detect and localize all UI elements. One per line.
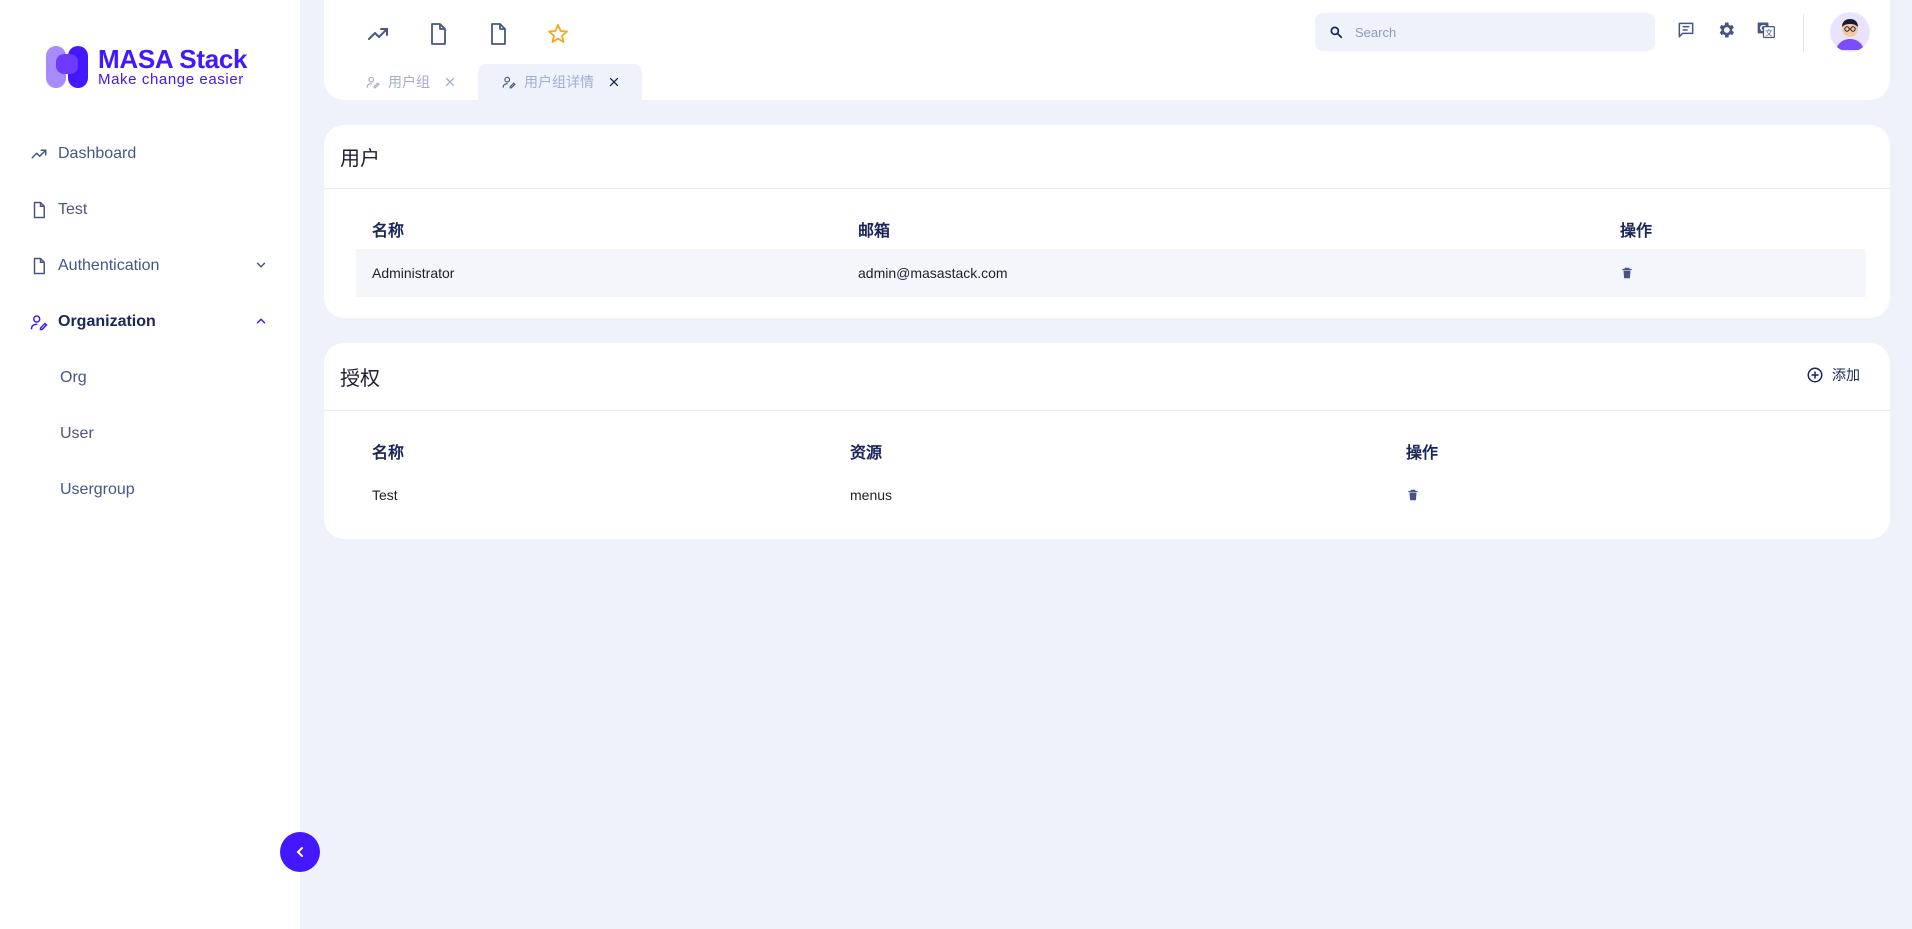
users-table: 名称 邮箱 操作 Administrator admin@masastack.c… (356, 209, 1866, 297)
masa-logo-icon (46, 46, 88, 88)
users-card-title: 用户 (340, 148, 380, 170)
quick-links (366, 22, 570, 46)
sidebar-subitem-user[interactable]: User (0, 406, 300, 462)
tab-usergroup[interactable]: 用户组 (324, 64, 478, 100)
chevron-left-icon (296, 847, 303, 857)
translate-icon[interactable]: G文 (1756, 20, 1776, 40)
chevron-up-icon (256, 318, 266, 324)
tab-label: 用户组详情 (524, 74, 594, 90)
search-box[interactable] (1315, 13, 1655, 51)
file-icon[interactable] (486, 22, 510, 46)
sidebar-item-label: Test (58, 201, 88, 218)
table-row: Test menus (356, 471, 1866, 519)
column-header-resource: 资源 (850, 445, 883, 462)
brand-name: MASA Stack (98, 44, 248, 74)
column-header-name: 名称 (372, 223, 405, 240)
table-row: Administrator admin@masastack.com (356, 249, 1866, 297)
sidebar-subitem-usergroup[interactable]: Usergroup (0, 462, 300, 518)
sidebar-item-label: Dashboard (58, 145, 137, 162)
sidebar-collapse-button[interactable] (280, 832, 320, 872)
column-header-name: 名称 (372, 445, 405, 462)
brand-tagline: Make change easier (98, 71, 244, 88)
cell-name: Administrator (372, 265, 455, 281)
add-button-label: 添加 (1832, 367, 1860, 383)
tab-usergroup-detail[interactable]: 用户组详情 (478, 64, 642, 100)
table-header: 名称 邮箱 操作 (356, 209, 1866, 249)
user-avatar-icon (1830, 12, 1870, 52)
delete-icon[interactable] (1620, 266, 1634, 280)
user-edit-icon (366, 76, 380, 89)
cell-email: admin@masastack.com (858, 265, 1008, 281)
brand-logo[interactable]: MASA Stack Make change easier (46, 44, 248, 88)
sidebar-subitem-org[interactable]: Org (0, 350, 300, 406)
column-header-actions: 操作 (1406, 445, 1439, 462)
search-input[interactable] (1353, 23, 1637, 41)
file-icon[interactable] (426, 22, 450, 46)
users-card: 用户 名称 邮箱 操作 Administrator admin@masastac… (324, 125, 1890, 318)
delete-icon[interactable] (1406, 488, 1420, 502)
cell-resource: menus (850, 487, 893, 503)
avatar[interactable] (1830, 12, 1870, 52)
search-icon (1330, 26, 1343, 39)
sidebar-item-test[interactable]: Test (0, 182, 300, 238)
message-icon[interactable] (1676, 20, 1696, 40)
page-tabs: 用户组 用户组详情 (324, 64, 642, 100)
toolbar-icons: G文 (1676, 20, 1776, 40)
trending-up-icon (31, 149, 47, 159)
user-edit-icon (502, 76, 516, 89)
close-icon[interactable] (608, 76, 620, 88)
authorization-card: 授权 添加 名称 资源 操作 Test menus (324, 343, 1890, 539)
sidebar-item-label: Organization (58, 313, 156, 330)
sidebar: MASA Stack Make change easier Dashboard … (0, 0, 300, 929)
cell-actions (1390, 488, 1866, 502)
user-edit-icon (30, 315, 48, 331)
cell-name: Test (372, 487, 398, 503)
column-header-email: 邮箱 (858, 223, 891, 240)
sidebar-item-dashboard[interactable]: Dashboard (0, 126, 300, 182)
file-icon (33, 257, 45, 275)
chevron-down-icon (256, 262, 266, 268)
cell-actions (1604, 266, 1866, 280)
top-bar: G文 用户组 用户组详情 (324, 0, 1890, 100)
file-icon (33, 201, 45, 219)
sidebar-item-organization[interactable]: Organization (0, 294, 300, 350)
star-icon[interactable] (546, 22, 570, 46)
sidebar-item-label: Authentication (58, 257, 160, 274)
add-circle-icon (1807, 367, 1823, 383)
sidebar-nav: Dashboard Test Authentication Organizati… (0, 126, 300, 518)
table-header: 名称 资源 操作 (356, 431, 1866, 471)
column-header-actions: 操作 (1620, 223, 1653, 240)
tab-label: 用户组 (388, 74, 430, 90)
authorization-table: 名称 资源 操作 Test menus (356, 431, 1866, 519)
svg-text:文: 文 (1765, 27, 1773, 37)
close-icon[interactable] (444, 76, 456, 88)
users-card-header: 用户 (324, 125, 1890, 189)
authorization-card-title: 授权 (340, 368, 380, 390)
authorization-card-header: 授权 添加 (324, 343, 1890, 411)
add-button[interactable]: 添加 (1806, 365, 1860, 385)
trending-up-icon[interactable] (366, 22, 390, 46)
gear-icon[interactable] (1716, 20, 1736, 40)
sidebar-item-authentication[interactable]: Authentication (0, 238, 300, 294)
toolbar-divider (1803, 14, 1804, 52)
